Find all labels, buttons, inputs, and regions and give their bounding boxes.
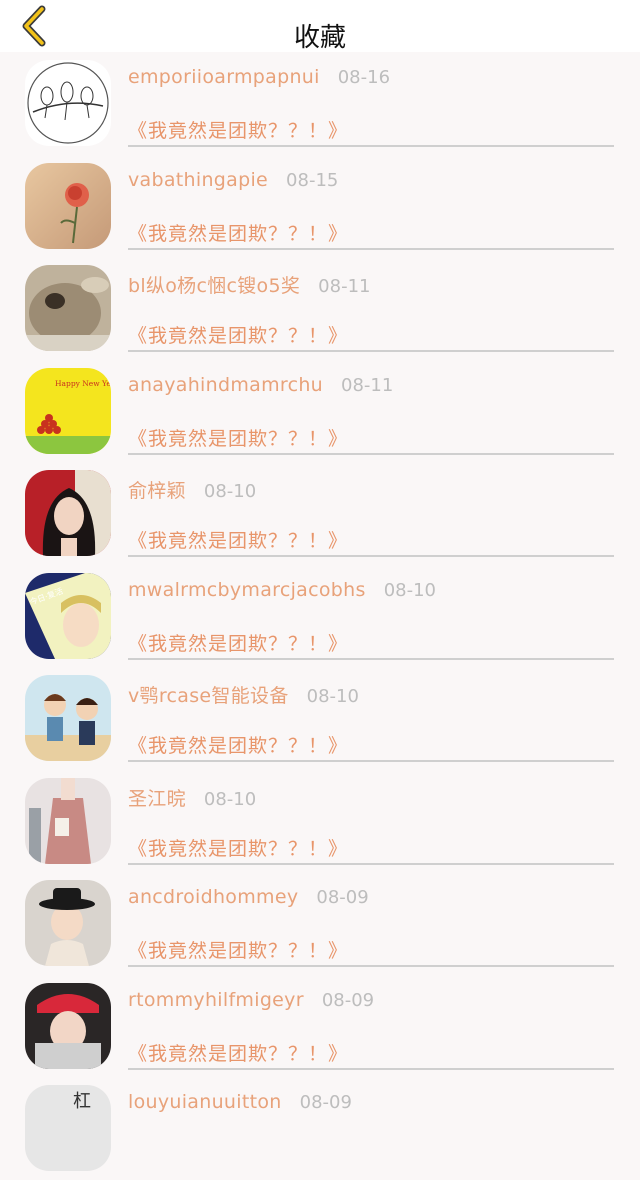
date-label: 08-10 [383, 579, 437, 601]
favorite-title-link[interactable]: 《我竟然是团欺？？！》 [128, 219, 348, 246]
divider [128, 145, 614, 147]
list-item[interactable]: v鹗rcase智能设备 08-10 《我竟然是团欺？？！》 [0, 667, 640, 770]
favorite-title-link[interactable]: 《我竟然是团欺？？！》 [128, 116, 348, 143]
username[interactable]: louyuianuuitton [128, 1091, 282, 1113]
favorite-title-link[interactable]: 《我竟然是团欺？？！》 [128, 321, 348, 348]
date-label: 08-11 [341, 374, 394, 396]
favorite-title-link[interactable]: 《我竟然是团欺？？！》 [128, 834, 348, 861]
date-label: 08-11 [318, 276, 371, 297]
username[interactable]: anayahindmamrchu [128, 374, 323, 396]
list-item[interactable]: emporiioarmpapnui 08-16 《我竟然是团欺？？！》 [0, 52, 640, 155]
avatar[interactable] [25, 470, 111, 556]
name-row: v鹗rcase智能设备 08-10 [128, 681, 359, 707]
username[interactable]: 俞梓颖 [128, 480, 186, 502]
divider [128, 452, 614, 455]
avatar[interactable] [25, 982, 111, 1069]
list-item[interactable]: 今日·复活 mwalrmcbymarcjacobhs 08-10 《我竟然是团欺？？！… [0, 565, 640, 668]
nav-bar: 收藏 [0, 0, 640, 53]
username[interactable]: mwalrmcbymarcjacobhs [128, 579, 366, 601]
date-label: 08-15 [286, 169, 339, 191]
username[interactable]: 圣江晥 [128, 788, 186, 810]
avatar[interactable] [25, 265, 111, 351]
avatar[interactable]: 杠 [25, 1085, 111, 1171]
avatar[interactable]: 今日·复活 [25, 572, 111, 659]
divider [128, 247, 614, 250]
list-item[interactable]: 杠 louyuianuuitton 08-09 [0, 1077, 640, 1180]
avatar[interactable] [25, 60, 111, 146]
name-row: 圣江晥 08-10 [128, 784, 256, 810]
favorite-title-link[interactable]: 《我竟然是团欺？？！》 [128, 731, 348, 758]
username[interactable]: vabathingapie [128, 169, 268, 191]
list-item[interactable]: bl纵o杨c悃c锼o5奖 08-11 《我竟然是团欺？？！》 [0, 257, 640, 360]
divider [128, 555, 614, 557]
list-item[interactable]: 圣江晥 08-10 《我竟然是团欺？？！》 [0, 770, 640, 873]
avatar[interactable]: Happy New Year [25, 367, 111, 454]
favorite-title-link[interactable]: 《我竟然是团欺？？！》 [128, 629, 348, 656]
page-title: 收藏 [293, 23, 346, 53]
username[interactable]: ancdroidhommey [128, 886, 298, 908]
svg-text:杠: 杠 [73, 1091, 91, 1112]
name-row: bl纵o杨c悃c锼o5奖 08-11 [128, 271, 370, 297]
date-label: 08-09 [299, 1092, 352, 1113]
date-label: 08-10 [203, 788, 257, 810]
name-row: emporiioarmpapnui 08-16 [128, 66, 390, 92]
username[interactable]: v鹗rcase智能设备 [128, 685, 289, 707]
name-row: vabathingapie 08-15 [128, 169, 338, 195]
name-row: anayahindmamrchu 08-11 [128, 374, 393, 400]
favorite-title-link[interactable]: 《我竟然是团欺？？！》 [128, 1039, 348, 1066]
name-row: mwalrmcbymarcjacobhs 08-10 [128, 579, 436, 605]
list-item[interactable]: ancdroidhommey 08-09 《我竟然是团欺？？！》 [0, 872, 640, 975]
svg-text:Happy New Year: Happy New Year [55, 379, 111, 388]
divider [128, 350, 614, 352]
list-item[interactable]: 俞梓颖 08-10 《我竟然是团欺？？！》 [0, 462, 640, 565]
username[interactable]: rtommyhilfmigeyr [128, 989, 304, 1011]
favorites-list: emporiioarmpapnui 08-16 《我竟然是团欺？？！》 vabathi… [0, 52, 640, 1180]
favorite-title-link[interactable]: 《我竟然是团欺？？！》 [128, 526, 348, 553]
date-label: 08-10 [203, 481, 257, 502]
favorite-title-link[interactable]: 《我竟然是团欺？？！》 [128, 936, 348, 963]
name-row: rtommyhilfmigeyr 08-09 [128, 989, 374, 1015]
list-item[interactable]: Happy New Year anayahindmamrchu 08-11 《我竟然是… [0, 360, 640, 463]
avatar[interactable] [25, 162, 111, 249]
name-row: ancdroidhommey 08-09 [128, 886, 369, 912]
avatar[interactable] [25, 675, 111, 761]
divider [128, 657, 614, 660]
username[interactable]: bl纵o杨c悃c锼o5奖 [128, 275, 300, 297]
list-item[interactable]: rtommyhilfmigeyr 08-09 《我竟然是团欺？？！》 [0, 975, 640, 1078]
name-row: louyuianuuitton 08-09 [128, 1091, 352, 1117]
date-label: 08-10 [306, 686, 359, 707]
date-label: 08-09 [316, 887, 369, 908]
favorite-title-link[interactable]: 《我竟然是团欺？？！》 [128, 424, 348, 451]
avatar[interactable] [25, 777, 111, 864]
avatar[interactable] [25, 880, 111, 966]
username[interactable]: emporiioarmpapnui [128, 66, 320, 88]
divider [128, 862, 614, 865]
name-row: 俞梓颖 08-10 [128, 476, 256, 502]
divider [128, 760, 614, 762]
divider [128, 965, 614, 967]
divider [128, 1067, 614, 1070]
list-item[interactable]: vabathingapie 08-15 《我竟然是团欺？？！》 [0, 155, 640, 258]
date-label: 08-16 [337, 67, 391, 88]
date-label: 08-09 [321, 989, 375, 1011]
